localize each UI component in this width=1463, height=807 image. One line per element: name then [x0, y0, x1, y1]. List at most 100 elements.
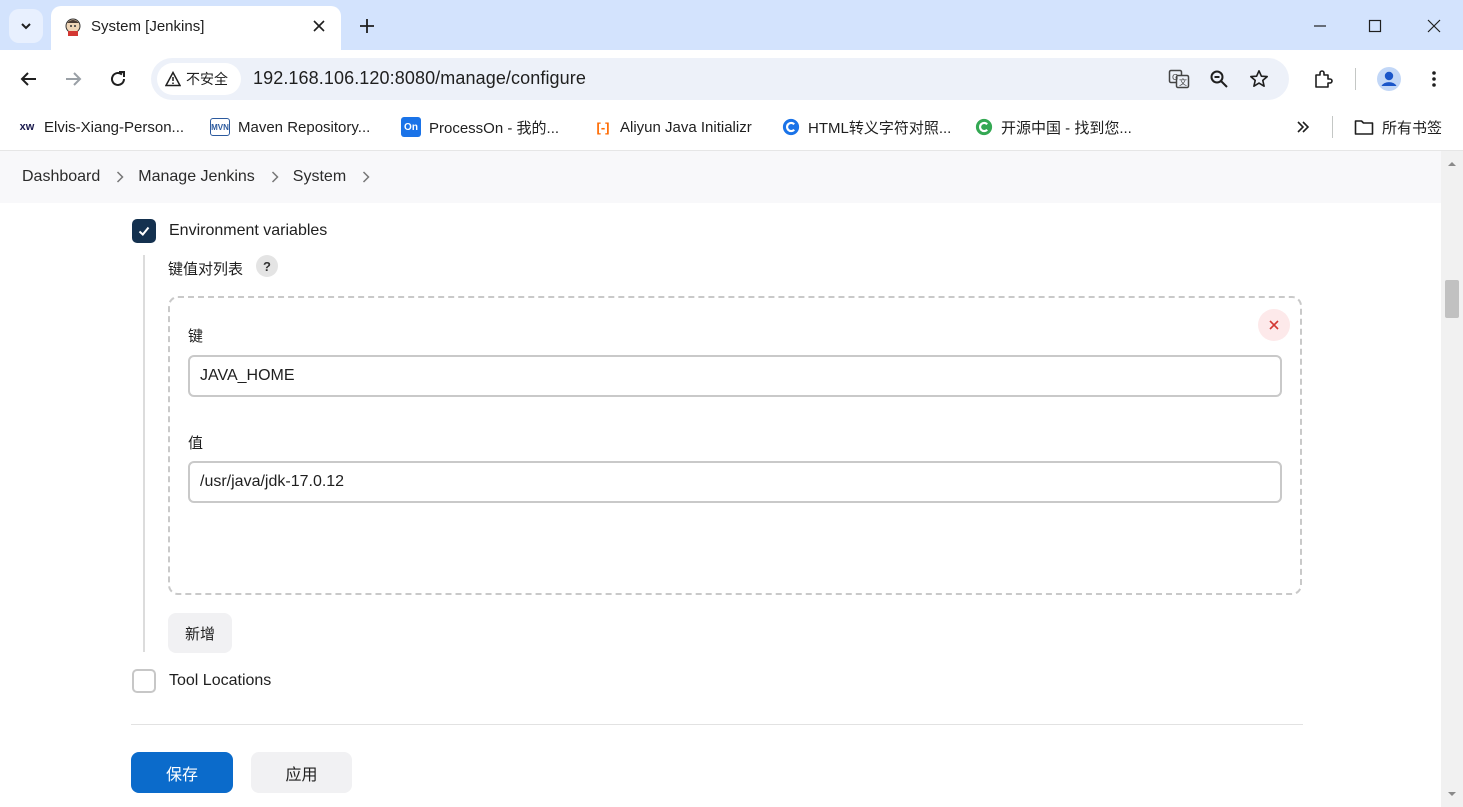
mvn-icon: MVN [210, 118, 230, 136]
bookmark-label: Elvis-Xiang-Person... [44, 118, 185, 136]
zoom-button[interactable] [1207, 67, 1231, 91]
more-vert-icon [1432, 71, 1436, 87]
breadcrumb-manage-jenkins[interactable]: Manage Jenkins [138, 168, 255, 186]
svg-text:文: 文 [1179, 77, 1187, 87]
apply-button[interactable]: 应用 [251, 752, 352, 793]
breadcrumb-system[interactable]: System [293, 168, 346, 186]
tab-strip: System [Jenkins] [0, 0, 1463, 50]
address-bar[interactable]: 不安全 192.168.106.120:8080/manage/configur… [151, 58, 1289, 100]
arrow-right-icon [66, 72, 82, 86]
forward-button[interactable] [58, 64, 88, 94]
arrow-left-icon [20, 72, 36, 86]
chevron-right-icon[interactable] [362, 171, 370, 183]
reload-icon [111, 71, 125, 86]
oschina-icon [975, 118, 993, 136]
bookmark-star-button[interactable] [1247, 67, 1271, 91]
reload-button[interactable] [103, 64, 133, 94]
aliyun-icon: [-] [596, 119, 610, 135]
html-escape-icon [782, 118, 800, 136]
chevron-right-icon [271, 171, 279, 183]
browser-tab[interactable]: System [Jenkins] [51, 6, 341, 50]
scroll-up-icon[interactable] [1447, 159, 1457, 169]
more-bookmarks-button[interactable] [1296, 116, 1310, 138]
value-label: 值 [188, 435, 204, 452]
plus-icon [360, 19, 374, 33]
close-icon [1269, 320, 1279, 330]
environment-variables-checkbox[interactable] [132, 219, 156, 243]
close-icon [1427, 19, 1441, 33]
translate-button[interactable]: G文 [1167, 67, 1191, 91]
scroll-down-icon[interactable] [1447, 789, 1457, 799]
close-icon [313, 20, 325, 32]
bookmark-item[interactable]: HTML转义字符对照... [782, 116, 951, 138]
bookmark-label: Maven Repository... [238, 118, 371, 136]
form-actions-bar: 保存 应用 [0, 736, 1441, 807]
processon-icon: On [401, 117, 421, 137]
translate-icon: G文 [1168, 69, 1190, 89]
puzzle-icon [1315, 70, 1333, 88]
bookmark-label: Aliyun Java Initializr [620, 118, 752, 136]
bookmark-label: ProcessOn - 我的... [429, 119, 560, 137]
breadcrumb: Dashboard Manage Jenkins System [0, 151, 1441, 203]
back-button[interactable] [14, 64, 44, 94]
scrollbar-thumb[interactable] [1445, 280, 1459, 318]
bookmark-item[interactable]: On ProcessOn - 我的... [401, 116, 559, 138]
tab-close-button[interactable] [309, 16, 329, 36]
toolbar-divider [1355, 68, 1356, 90]
tool-locations-label[interactable]: Tool Locations [169, 672, 271, 690]
security-chip[interactable]: 不安全 [157, 63, 241, 95]
folder-icon [1354, 120, 1374, 135]
extensions-button[interactable] [1308, 64, 1338, 94]
tab-title: System [Jenkins] [91, 18, 205, 35]
chevron-right-icon [116, 171, 124, 183]
minimize-button[interactable] [1306, 12, 1334, 40]
add-entry-button[interactable]: 新增 [168, 613, 232, 653]
section-guide-line [143, 255, 145, 652]
delete-entry-button[interactable] [1258, 309, 1290, 341]
bookmark-item[interactable]: MVN Maven Repository... [210, 116, 370, 138]
new-tab-button[interactable] [355, 14, 379, 38]
zoom-icon [1210, 70, 1228, 88]
bookmark-item[interactable]: xw Elvis-Xiang-Person... [18, 116, 184, 138]
tool-locations-checkbox[interactable] [132, 669, 156, 693]
profile-button[interactable] [1374, 64, 1404, 94]
jenkins-icon [65, 18, 81, 36]
chevron-double-right-icon [1297, 121, 1310, 133]
bookmark-label: 开源中国 - 找到您... [1001, 119, 1132, 137]
bookmark-item[interactable]: 开源中国 - 找到您... [975, 116, 1132, 138]
menu-button[interactable] [1419, 64, 1449, 94]
avatar-icon [1377, 67, 1401, 91]
bookmarks-bar: xw Elvis-Xiang-Person... MVN Maven Repos… [0, 108, 1463, 146]
page-scrollbar[interactable] [1441, 151, 1463, 807]
tab-search-button[interactable] [9, 9, 43, 43]
key-value-list-title: 键值对列表 [168, 261, 244, 278]
jenkins-page: Dashboard Manage Jenkins System Environm… [0, 150, 1463, 807]
help-button[interactable]: ? [256, 255, 278, 277]
security-label: 不安全 [186, 71, 228, 87]
xw-icon: xw [19, 121, 35, 133]
bookmark-item[interactable]: [-] Aliyun Java Initializr [594, 116, 752, 138]
divider [131, 724, 1303, 725]
bookmark-label: HTML转义字符对照... [808, 119, 952, 137]
url-text[interactable]: 192.168.106.120:8080/manage/configure [253, 68, 586, 89]
browser-toolbar: 不安全 192.168.106.120:8080/manage/configur… [0, 50, 1463, 108]
all-bookmarks-button[interactable]: 所有书签 [1354, 116, 1442, 138]
all-bookmarks-label: 所有书签 [1382, 119, 1443, 137]
value-input[interactable] [188, 461, 1282, 503]
bookmarks-divider [1332, 116, 1333, 138]
star-icon [1250, 70, 1268, 87]
warning-icon [165, 71, 181, 87]
maximize-button[interactable] [1361, 12, 1389, 40]
breadcrumb-dashboard[interactable]: Dashboard [22, 168, 100, 186]
key-input[interactable] [188, 355, 1282, 397]
minimize-icon [1314, 25, 1326, 27]
maximize-icon [1368, 19, 1382, 33]
svg-text:G: G [1172, 73, 1178, 82]
save-button[interactable]: 保存 [131, 752, 233, 793]
chevron-down-icon [21, 23, 31, 30]
window-close-button[interactable] [1420, 12, 1448, 40]
env-variable-entry: 键 值 [168, 296, 1302, 595]
check-icon [138, 226, 150, 236]
key-label: 键 [188, 328, 204, 345]
environment-variables-label[interactable]: Environment variables [169, 222, 327, 240]
